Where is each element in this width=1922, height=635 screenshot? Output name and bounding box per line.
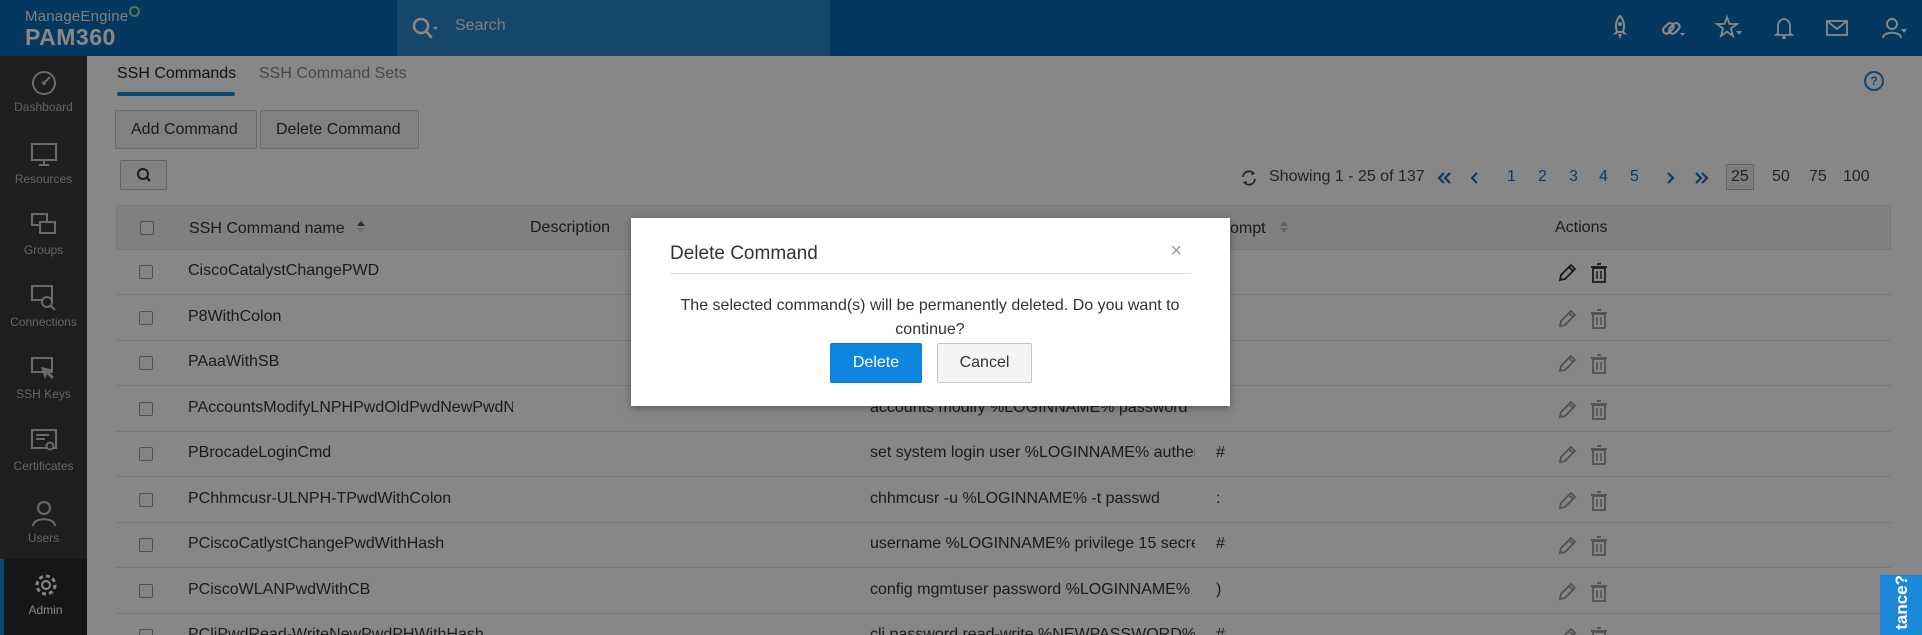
delete-command-dialog: Delete Command × The selected command(s)… [631,218,1230,406]
close-icon[interactable]: × [1170,240,1182,263]
cancel-button[interactable]: Cancel [937,343,1032,383]
delete-button[interactable]: Delete [830,343,922,383]
dialog-message: The selected command(s) will be permanen… [680,297,1180,338]
dialog-title: Delete Command [670,243,818,264]
assistance-tab[interactable]: tance? [1880,575,1922,635]
assistance-label: tance? [1892,575,1911,630]
dialog-divider [670,273,1190,274]
